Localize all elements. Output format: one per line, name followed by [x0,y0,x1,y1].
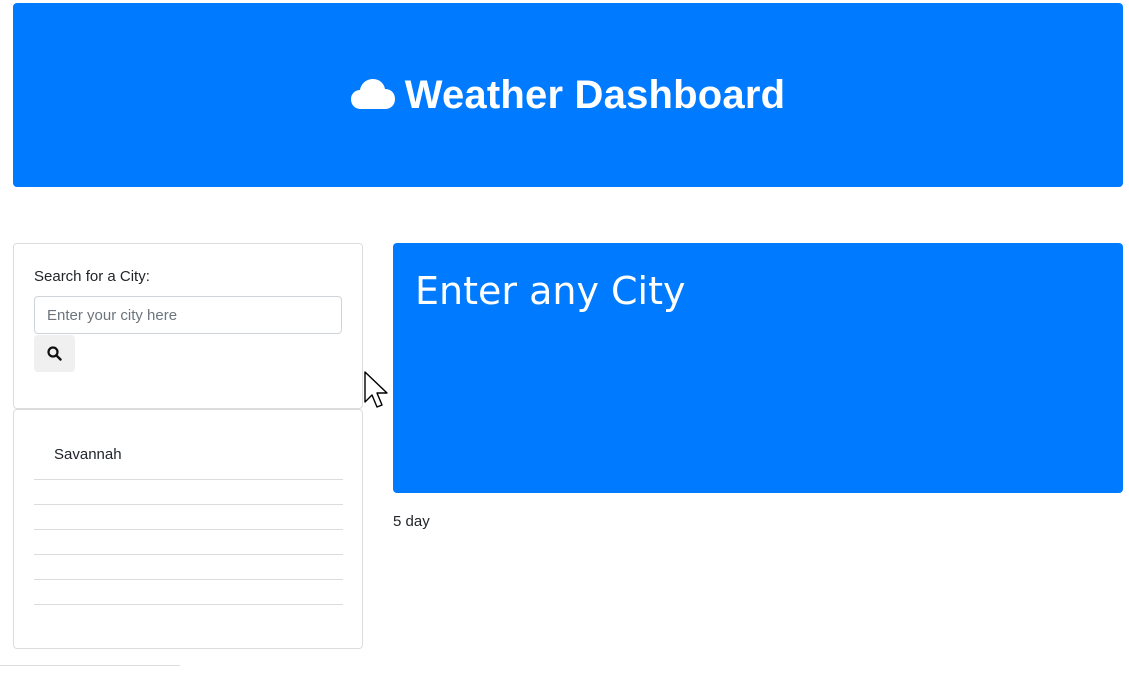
history-item[interactable] [34,505,343,530]
current-city-title: Enter any City [415,269,686,313]
search-history-card: Savannah [13,409,363,649]
history-item[interactable] [34,555,343,580]
header-title-group: Weather Dashboard [350,72,786,118]
header-banner: Weather Dashboard [13,3,1123,187]
history-item[interactable] [34,580,343,605]
forecast-heading: 5 day [393,513,430,530]
search-label: Search for a City: [34,268,150,285]
divider [0,665,180,666]
search-icon [47,346,62,361]
history-item[interactable] [34,480,343,505]
mouse-pointer-icon [364,371,388,408]
city-search-input[interactable] [34,296,342,334]
history-item[interactable] [34,530,343,555]
page-title: Weather Dashboard [404,72,786,117]
search-card: Search for a City: [13,243,363,409]
search-button[interactable] [34,335,75,372]
cloud-icon [350,79,395,109]
current-weather-panel: Enter any City [393,243,1123,493]
search-history-list: Savannah [34,430,343,605]
history-item[interactable]: Savannah [34,430,343,480]
